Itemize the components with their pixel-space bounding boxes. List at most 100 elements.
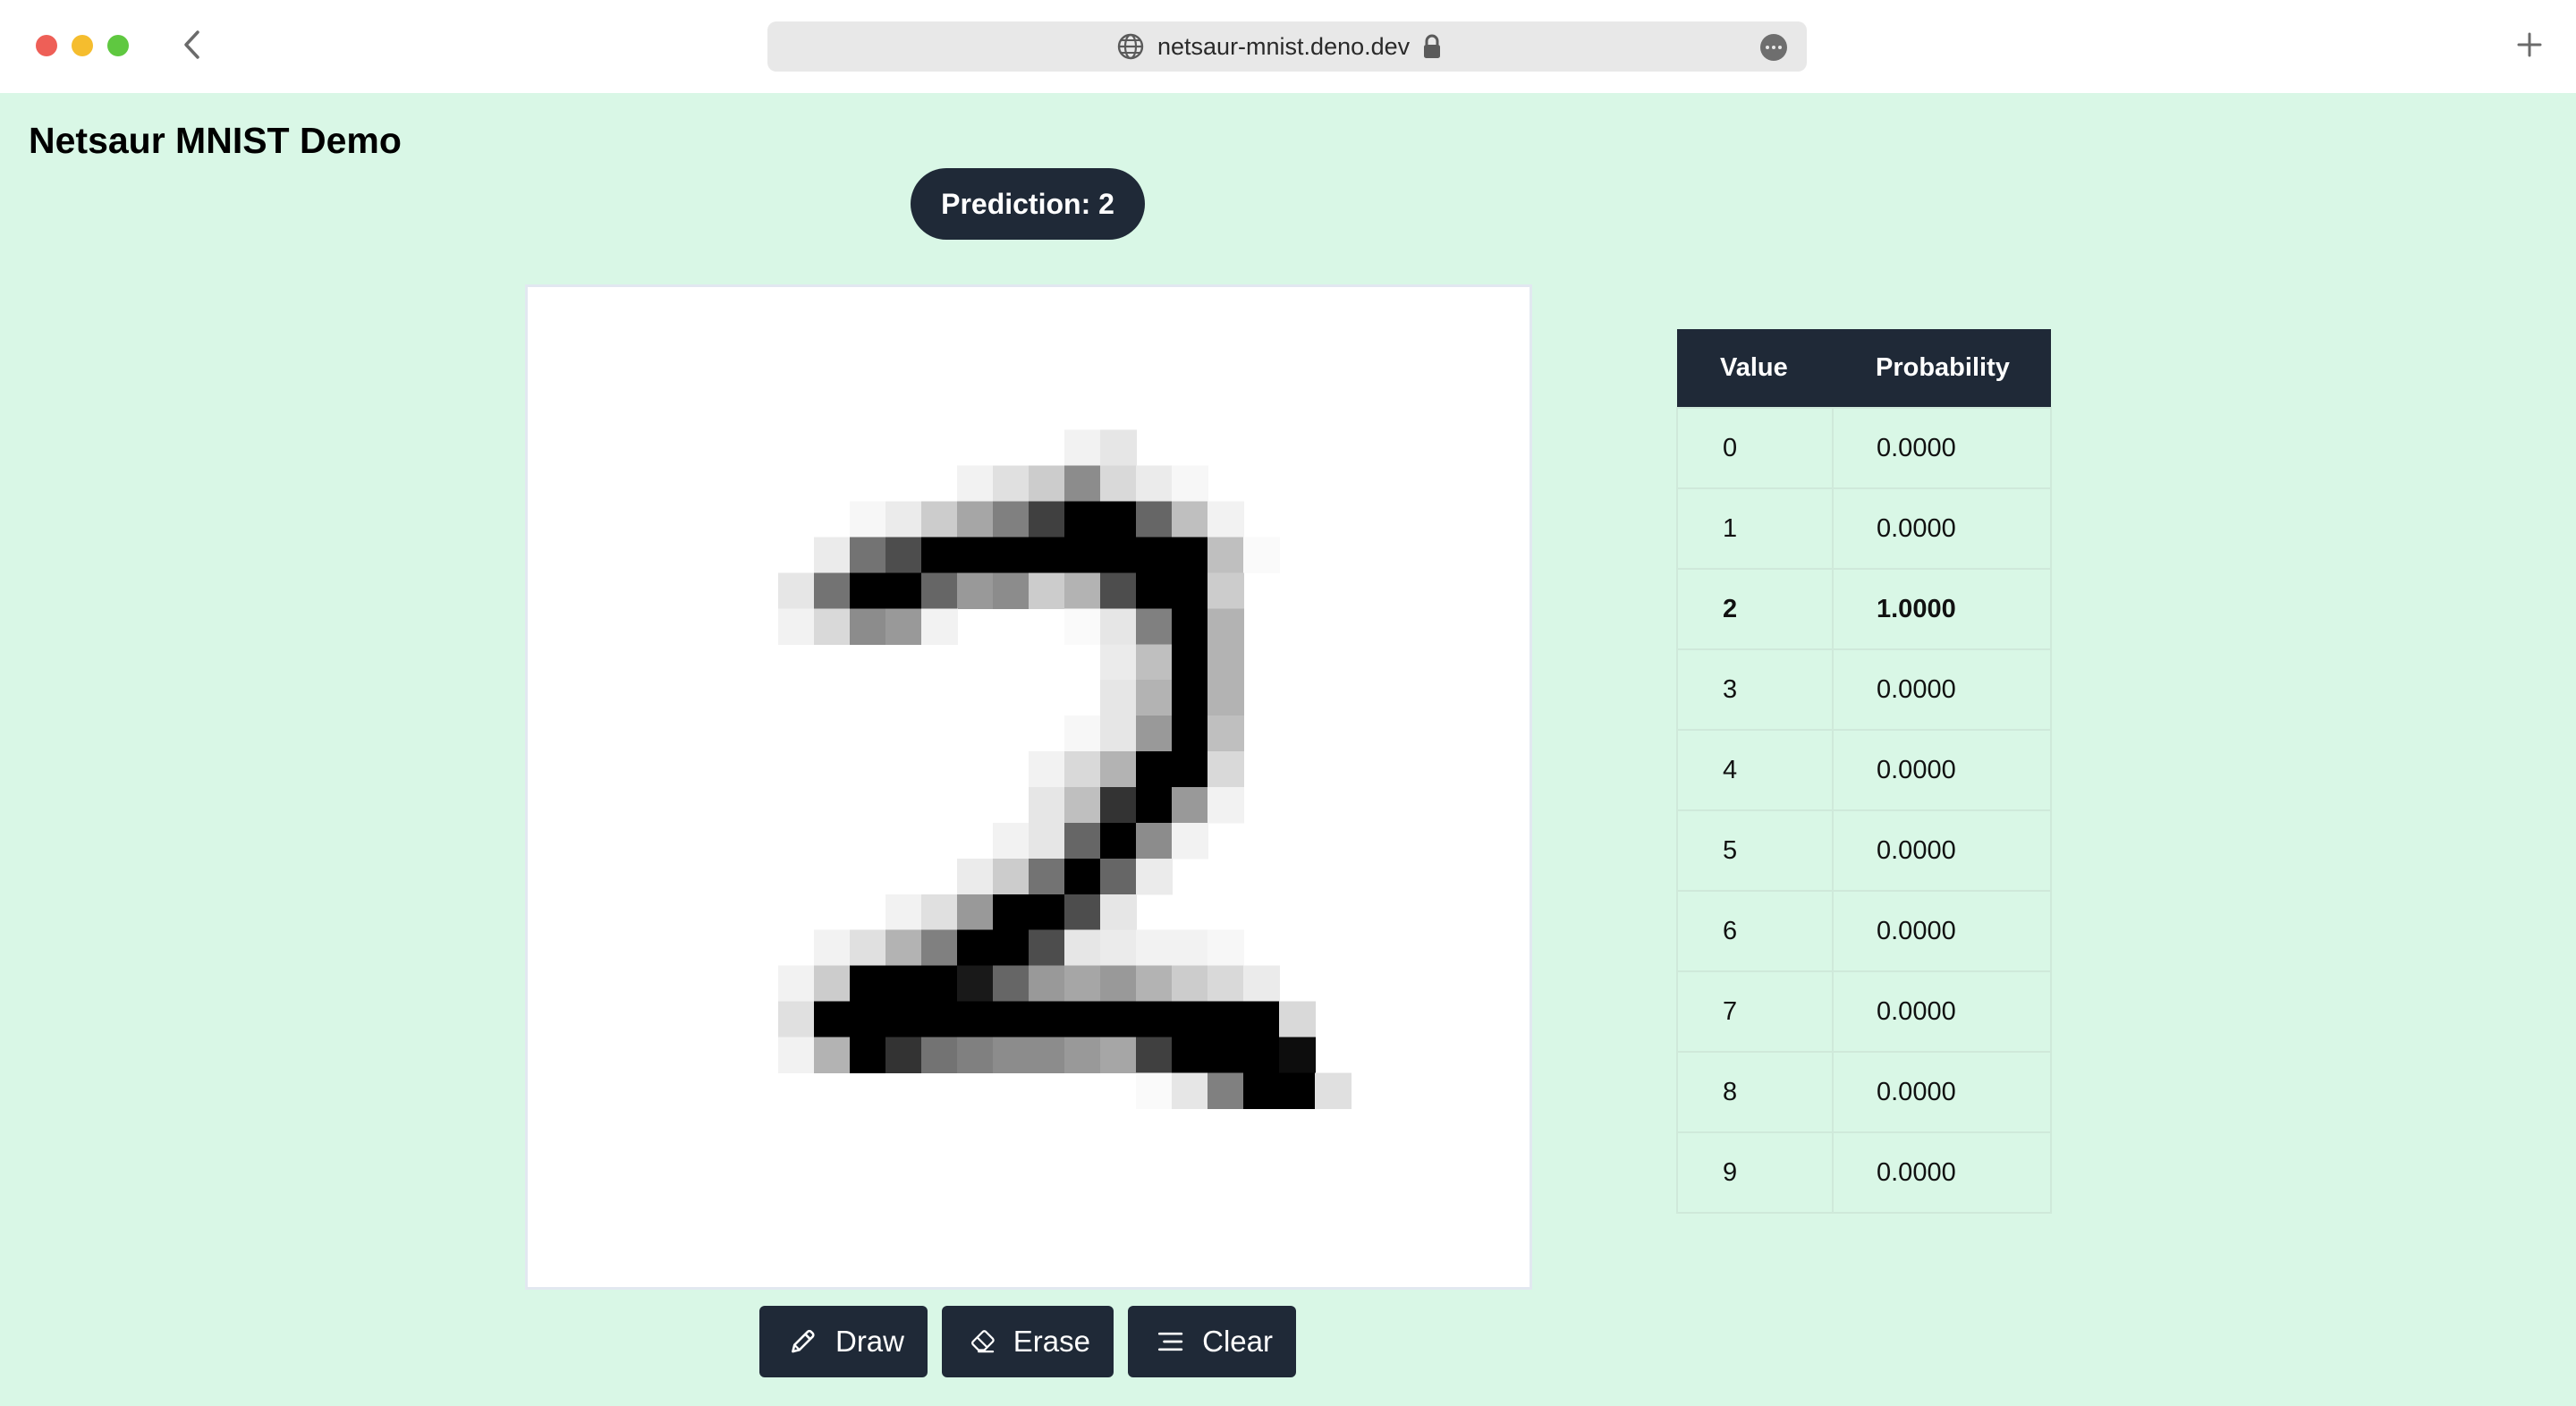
table-row: 1 0.0000 xyxy=(1676,487,2052,570)
probability-cell: 0.0000 xyxy=(1832,890,2052,972)
value-cell: 2 xyxy=(1676,568,1834,650)
digit-pixel xyxy=(957,501,994,538)
digit-pixel xyxy=(1064,537,1101,574)
digit-pixel xyxy=(1064,858,1101,895)
digit-pixel xyxy=(814,608,851,646)
digit-pixel xyxy=(1136,1037,1173,1074)
digit-pixel xyxy=(1136,1072,1173,1110)
table-row: 7 0.0000 xyxy=(1676,970,2052,1053)
value-cell: 9 xyxy=(1676,1131,1834,1214)
table-header-row: Value Probability xyxy=(1677,329,2051,408)
close-window-button[interactable] xyxy=(36,35,57,56)
digit-pixel xyxy=(921,572,958,610)
digit-pixel xyxy=(1172,501,1208,538)
digit-pixel xyxy=(1100,1037,1137,1074)
digit-pixel xyxy=(814,1001,851,1038)
digit-pixel xyxy=(921,929,958,967)
digit-pixel xyxy=(814,572,851,610)
page-title: Netsaur MNIST Demo xyxy=(29,120,402,161)
digit-pixel xyxy=(1029,822,1065,860)
digit-pixel xyxy=(1064,965,1101,1003)
digit-pixel xyxy=(1208,644,1244,682)
probability-cell: 0.0000 xyxy=(1832,970,2052,1053)
digit-pixel xyxy=(1136,644,1173,682)
digit-pixel xyxy=(850,929,886,967)
digit-pixel xyxy=(886,608,922,646)
clear-lines-icon xyxy=(1157,1332,1183,1351)
digit-pixel xyxy=(1064,716,1101,752)
digit-pixel xyxy=(1064,465,1101,503)
digit-pixel xyxy=(1064,501,1101,538)
drawing-canvas[interactable] xyxy=(525,284,1532,1290)
draw-label: Draw xyxy=(835,1325,904,1358)
digit-pixel xyxy=(921,965,958,1003)
digit-pixel xyxy=(993,894,1030,931)
digit-pixel xyxy=(1172,751,1208,788)
digit-pixel xyxy=(778,572,815,610)
digit-pixel xyxy=(886,929,922,967)
digit-pixel xyxy=(778,1037,815,1074)
digit-pixel xyxy=(957,1037,994,1074)
digit-pixel xyxy=(1172,1037,1208,1074)
digit-pixel xyxy=(886,537,922,574)
table-row: 6 0.0000 xyxy=(1676,890,2052,972)
digit-pixel xyxy=(1100,680,1137,716)
digit-pixel xyxy=(957,465,994,503)
digit-pixel xyxy=(1100,537,1137,574)
probability-cell: 0.0000 xyxy=(1832,1131,2052,1214)
clear-button[interactable]: Clear xyxy=(1128,1306,1296,1377)
more-options-icon[interactable] xyxy=(1760,34,1787,61)
digit-pixel xyxy=(886,572,922,610)
digit-pixel xyxy=(1029,965,1065,1003)
digit-pixel xyxy=(1100,751,1137,788)
address-bar[interactable]: netsaur-mnist.deno.dev xyxy=(767,21,1807,72)
digit-pixel xyxy=(1172,965,1208,1003)
digit-pixel xyxy=(1100,787,1137,824)
digit-pixel xyxy=(1136,822,1173,860)
probability-cell: 0.0000 xyxy=(1832,729,2052,811)
digit-pixel xyxy=(1136,572,1173,610)
digit-pixel xyxy=(1136,1001,1173,1038)
erase-button[interactable]: Erase xyxy=(942,1306,1114,1377)
probability-table: Value Probability 0 0.0000 1 0.0000 2 1.000… xyxy=(1676,329,2052,1214)
digit-pixel xyxy=(993,822,1030,860)
maximize-window-button[interactable] xyxy=(107,35,129,56)
url-text: netsaur-mnist.deno.dev xyxy=(1157,32,1411,60)
digit-pixel xyxy=(1029,858,1065,895)
digit-pixel xyxy=(1208,680,1244,716)
digit-pixel xyxy=(814,1037,851,1074)
table-row: 3 0.0000 xyxy=(1676,648,2052,731)
digit-pixel xyxy=(1136,537,1173,574)
digit-pixel xyxy=(1029,787,1065,824)
digit-pixel xyxy=(1064,822,1101,860)
new-tab-button[interactable] xyxy=(2513,27,2546,63)
digit-pixel xyxy=(850,1001,886,1038)
draw-button[interactable]: Draw xyxy=(759,1306,928,1377)
prediction-badge: Prediction: 2 xyxy=(911,168,1145,240)
value-cell: 7 xyxy=(1676,970,1834,1053)
digit-pixel xyxy=(1136,929,1173,967)
value-cell: 4 xyxy=(1676,729,1834,811)
digit-pixel xyxy=(1208,787,1244,824)
back-button[interactable] xyxy=(175,25,208,64)
value-cell: 6 xyxy=(1676,890,1834,972)
digit-pixel xyxy=(993,1037,1030,1074)
digit-pixel xyxy=(1029,1001,1065,1038)
digit-pixel xyxy=(1100,822,1137,860)
digit-pixel xyxy=(1029,537,1065,574)
digit-pixel xyxy=(1100,644,1137,682)
minimize-window-button[interactable] xyxy=(72,35,93,56)
digit-pixel xyxy=(1136,858,1173,895)
digit-pixel xyxy=(1172,929,1208,967)
digit-pixel xyxy=(1100,608,1137,646)
digit-pixel xyxy=(957,1001,994,1038)
digit-pixel xyxy=(1136,680,1173,716)
digit-pixel xyxy=(778,1001,815,1038)
digit-pixel xyxy=(957,929,994,967)
digit-pixel xyxy=(921,537,958,574)
table-row-highlighted: 2 1.0000 xyxy=(1676,568,2052,650)
digit-pixel xyxy=(1064,429,1101,467)
digit-pixel xyxy=(1243,1001,1280,1038)
digit-pixel xyxy=(1208,965,1244,1003)
digit-pixel xyxy=(1243,537,1280,574)
